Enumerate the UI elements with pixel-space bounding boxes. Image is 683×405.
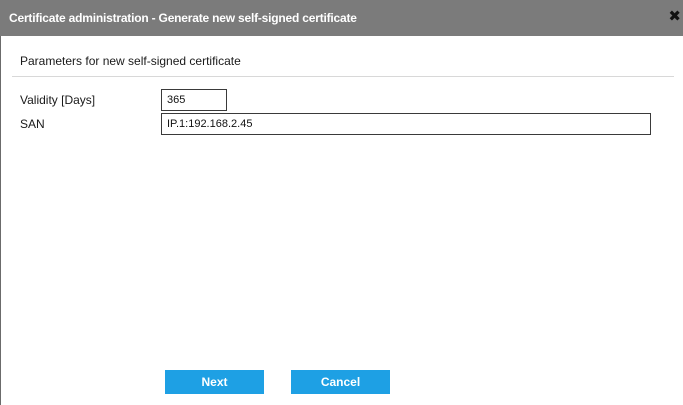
san-label: SAN (20, 117, 45, 131)
section-heading: Parameters for new self-signed certifica… (20, 54, 241, 68)
validity-label: Validity [Days] (20, 93, 96, 107)
dialog-title: Certificate administration - Generate ne… (9, 11, 357, 25)
dialog-left-border (0, 36, 1, 405)
certificate-dialog: Certificate administration - Generate ne… (0, 0, 683, 405)
cancel-button[interactable]: Cancel (291, 370, 390, 394)
next-button[interactable]: Next (165, 370, 264, 394)
dialog-titlebar: Certificate administration - Generate ne… (0, 0, 683, 36)
validity-days-input[interactable] (161, 89, 227, 111)
section-divider (12, 76, 674, 77)
close-icon[interactable]: ✖ (668, 0, 681, 36)
san-input[interactable] (161, 113, 651, 135)
